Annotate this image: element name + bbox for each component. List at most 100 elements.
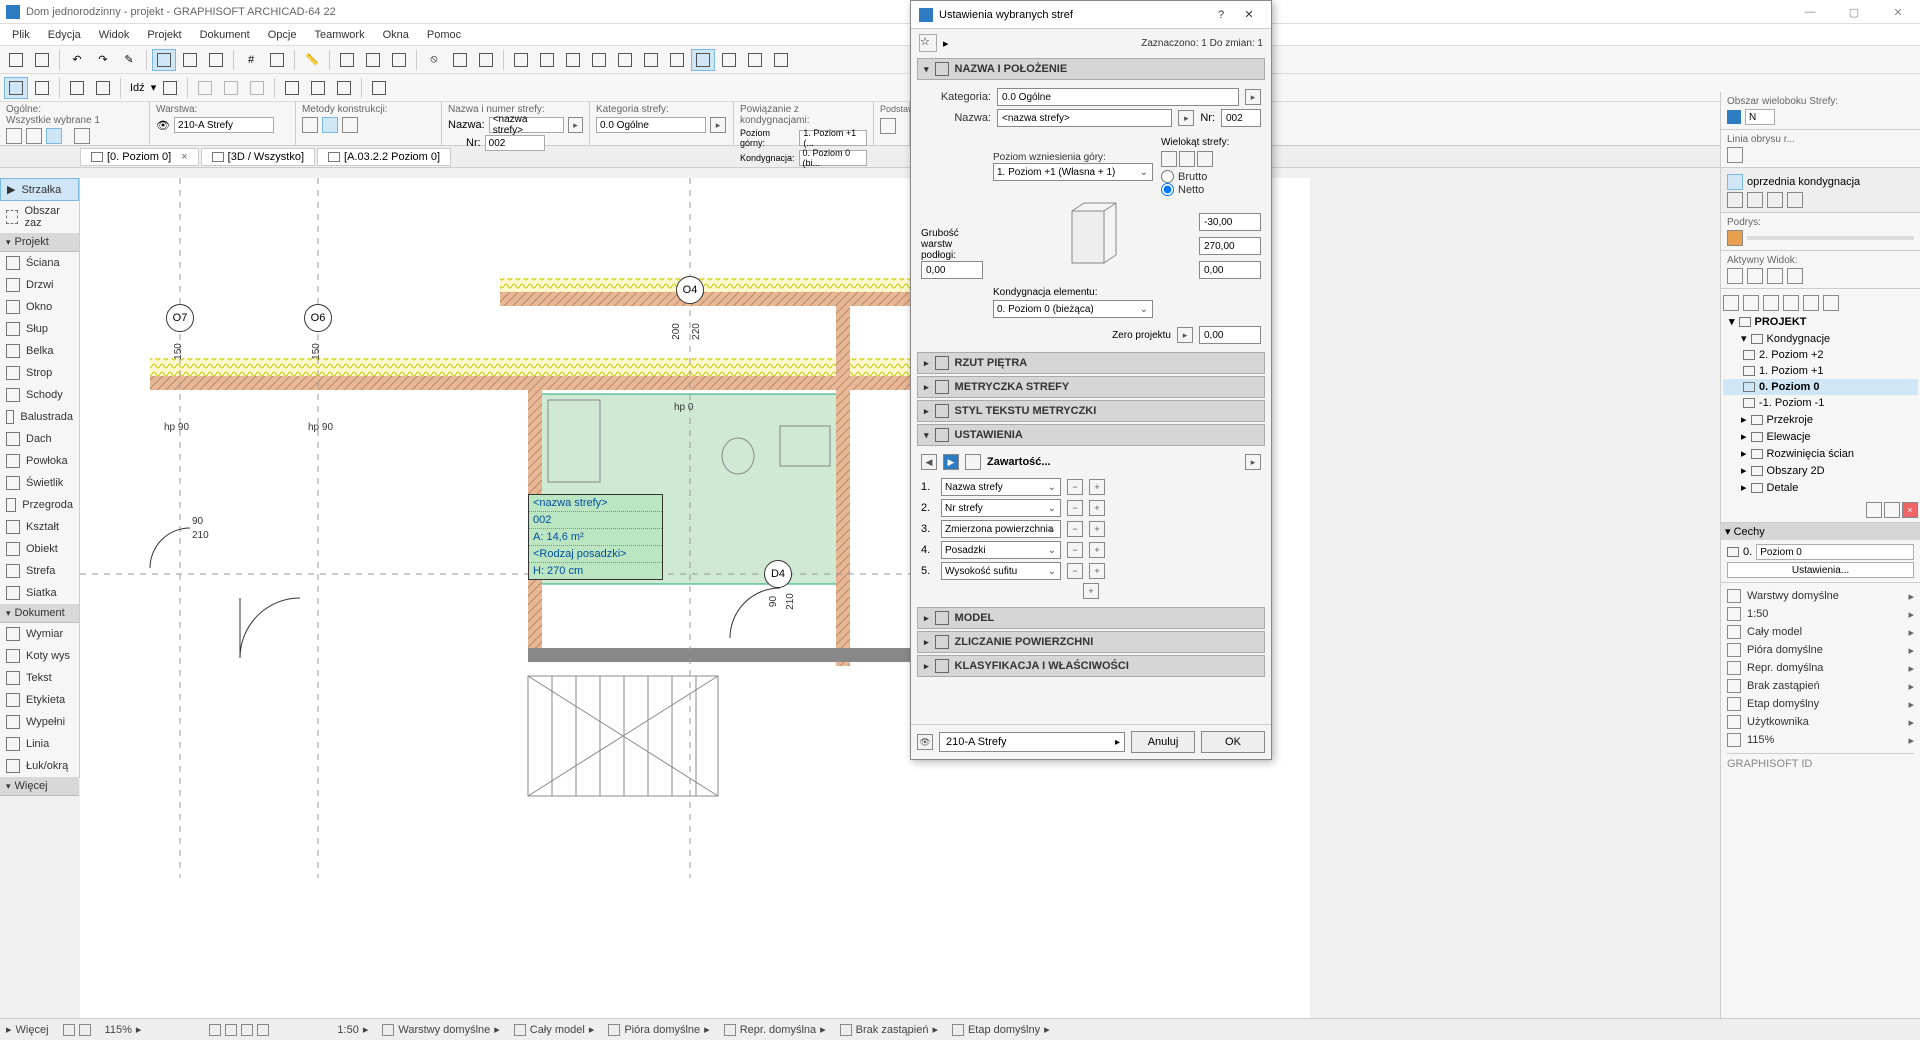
favorites-btn[interactable]: ☆ [919, 34, 937, 52]
cat-val[interactable]: 0.0 Ogólne [997, 88, 1239, 106]
nav-fit-icon[interactable] [257, 1024, 269, 1036]
tb-edit1[interactable] [509, 49, 533, 71]
ok-button[interactable]: OK [1201, 731, 1265, 753]
tool-fill[interactable]: Wypełni [0, 711, 79, 733]
dialog-help[interactable]: ? [1207, 9, 1235, 21]
tb-edit7[interactable] [665, 49, 689, 71]
thick-val[interactable]: 0,00 [921, 261, 983, 279]
tb2-i[interactable] [280, 77, 304, 99]
status-scale[interactable]: 1:50 ▸ [337, 1023, 368, 1036]
row2-rem[interactable]: − [1067, 500, 1083, 516]
tb-edit10[interactable] [743, 49, 767, 71]
geo-mode1[interactable] [302, 117, 318, 133]
tool-label[interactable]: Etykieta [0, 689, 79, 711]
rel-story-val[interactable]: 0. Poziom 0 (bi... [799, 150, 867, 166]
quick-opts[interactable]: ▸ Więcej [6, 1023, 49, 1036]
tool-level[interactable]: Koty wys [0, 645, 79, 667]
trace-d[interactable] [1787, 192, 1803, 208]
tb-sel1[interactable] [335, 49, 359, 71]
prop-stage[interactable]: Etap domyślny▸ [1727, 695, 1914, 713]
tb-edit11[interactable] [769, 49, 793, 71]
sect-area[interactable]: ZLICZANIE POWIERZCHNI [917, 631, 1265, 653]
base-icon[interactable] [880, 118, 896, 134]
menu-widok[interactable]: Widok [91, 27, 138, 43]
view-c[interactable] [1767, 268, 1783, 284]
goto-label[interactable]: Idź [126, 82, 149, 94]
poly-a[interactable] [1161, 151, 1177, 167]
nav-root[interactable]: ▾PROJEKT [1723, 313, 1918, 330]
nav-s2[interactable]: 2. Poziom +2 [1723, 347, 1918, 363]
sect-stamp[interactable]: METRYCZKA STREFY [917, 376, 1265, 398]
sel-mode3[interactable] [46, 128, 62, 144]
tool-mesh[interactable]: Siatka [0, 582, 79, 604]
cat-more[interactable]: ▸ [1245, 89, 1261, 105]
num-top[interactable]: -30,00 [1199, 213, 1261, 231]
view-b[interactable] [1747, 268, 1763, 284]
color-swatch[interactable] [1727, 110, 1741, 124]
nav-f[interactable] [1823, 295, 1839, 311]
tool-line[interactable]: Linia [0, 733, 79, 755]
nav-details[interactable]: ▸Detale [1723, 479, 1918, 496]
win-close[interactable]: ✕ [1876, 0, 1920, 24]
row4-rem[interactable]: − [1067, 542, 1083, 558]
tb-grid[interactable]: # [239, 49, 263, 71]
trace-a[interactable] [1727, 192, 1743, 208]
tb-snap2[interactable] [178, 49, 202, 71]
menu-teamwork[interactable]: Teamwork [306, 27, 372, 43]
row3-rem[interactable]: − [1067, 521, 1083, 537]
name-val[interactable]: <nazwa strefy> [997, 109, 1172, 127]
tb2-g[interactable] [219, 77, 243, 99]
nav-prev-icon[interactable] [209, 1024, 221, 1036]
tool-skylight[interactable]: Świetlik [0, 472, 79, 494]
tb-sel3[interactable] [387, 49, 411, 71]
zero-val[interactable]: 0,00 [1199, 326, 1261, 344]
view-a[interactable] [1727, 268, 1743, 284]
zone-stamp[interactable]: <nazwa strefy> 002 A: 14,6 m² <Rodzaj po… [528, 494, 663, 580]
row5-rem[interactable]: − [1067, 563, 1083, 579]
row3-add[interactable]: + [1089, 521, 1105, 537]
row4-sel[interactable]: Posadzki [941, 541, 1061, 559]
tb-guide[interactable] [265, 49, 289, 71]
tb-snap1[interactable] [152, 49, 176, 71]
nav-a[interactable] [1723, 295, 1739, 311]
poly-b[interactable] [1179, 151, 1195, 167]
tool-door[interactable]: Drzwi [0, 274, 79, 296]
zero-more[interactable]: ▸ [1177, 327, 1193, 343]
prop-repr[interactable]: Repr. domyślna▸ [1727, 659, 1914, 677]
tb-edit5[interactable] [613, 49, 637, 71]
tool-curtain[interactable]: Przegroda [0, 494, 79, 516]
prop-pens[interactable]: Pióra domyślne▸ [1727, 641, 1914, 659]
prop-over[interactable]: Brak zastąpień▸ [1727, 677, 1914, 695]
zoom-out-icon[interactable] [63, 1024, 75, 1036]
eye-icon[interactable]: 👁 [156, 119, 170, 132]
content-more[interactable]: ▸ [1245, 454, 1261, 470]
nav-sections[interactable]: ▸Przekroje [1723, 411, 1918, 428]
tool-text[interactable]: Tekst [0, 667, 79, 689]
tb-edit3[interactable] [561, 49, 585, 71]
tb2-f[interactable] [193, 77, 217, 99]
tab-layout[interactable]: [A.03.2.2 Poziom 0] [317, 148, 451, 166]
row1-rem[interactable]: − [1067, 479, 1083, 495]
status-stage[interactable]: Etap domyślny ▸ [952, 1023, 1050, 1036]
row3-sel[interactable]: Zmierzona powierzchnia [941, 520, 1061, 538]
tool-dim[interactable]: Wymiar [0, 623, 79, 645]
netto-radio[interactable]: Netto [1161, 183, 1231, 196]
sel-mode1[interactable] [6, 128, 22, 144]
tb2-h[interactable] [245, 77, 269, 99]
podrys-slider[interactable] [1747, 236, 1914, 240]
sect-class[interactable]: KLASYFIKACJA I WŁAŚCIWOŚCI [917, 655, 1265, 677]
nav-s0[interactable]: 0. Poziom 0 [1723, 379, 1918, 395]
row1-add[interactable]: + [1089, 479, 1105, 495]
nav-s1[interactable]: 1. Poziom +1 [1723, 363, 1918, 379]
dialog-close[interactable]: ✕ [1235, 8, 1263, 21]
nav-e[interactable] [1803, 295, 1819, 311]
tool-shell[interactable]: Powłoka [0, 450, 79, 472]
layer-sel[interactable]: 210-A Strefy [939, 732, 1125, 752]
status-repr[interactable]: Repr. domyślna ▸ [724, 1023, 826, 1036]
nav-next-icon[interactable] [225, 1024, 237, 1036]
podrys-color[interactable] [1727, 230, 1743, 246]
tool-railing[interactable]: Balustrada [0, 406, 79, 428]
tb-edit9[interactable] [717, 49, 741, 71]
story-val[interactable]: 0. Poziom 0 (bieżąca) [993, 300, 1153, 318]
toolbox-projekt-head[interactable]: Projekt [0, 233, 79, 252]
